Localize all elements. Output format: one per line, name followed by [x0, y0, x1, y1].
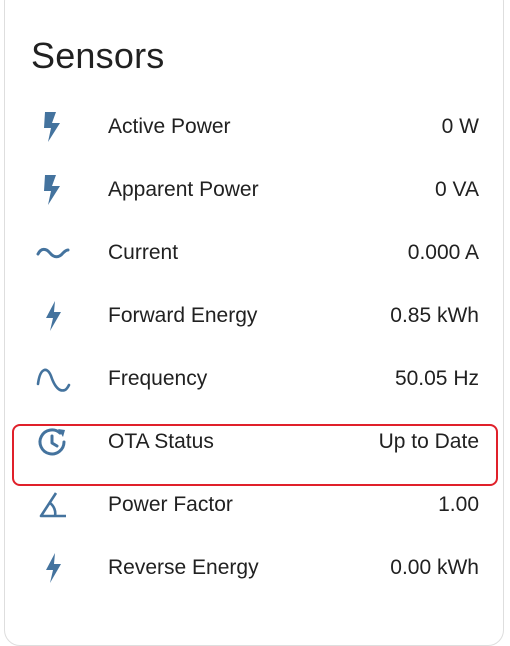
- sensor-row-current[interactable]: Current 0.000 A: [5, 221, 503, 284]
- sensor-row-apparent-power[interactable]: Apparent Power 0 VA: [5, 158, 503, 221]
- sensor-value: 50.05 Hz: [394, 367, 479, 390]
- sensor-label: Forward Energy: [108, 304, 258, 327]
- sensor-label: Current: [108, 241, 179, 264]
- sensor-value: 0.00 kWh: [390, 556, 479, 579]
- current-ac-icon: [33, 233, 73, 273]
- sensor-row-ota-status[interactable]: OTA Status Up to Date: [5, 410, 503, 473]
- sensor-label: Apparent Power: [108, 178, 259, 201]
- sensor-value: 0.85 kWh: [390, 304, 479, 327]
- clock-update-icon: [33, 422, 73, 462]
- flash-icon: [33, 107, 73, 147]
- sensor-value: 0.000 A: [407, 241, 479, 264]
- sensor-row-active-power[interactable]: Active Power 0 W: [5, 95, 503, 158]
- sensor-value: 0 VA: [435, 178, 479, 201]
- card-title: Sensors: [31, 35, 165, 76]
- sensor-value: 1.00: [438, 493, 479, 516]
- sensor-label: Active Power: [108, 115, 231, 138]
- sensors-card: Sensors Active Power 0 W Apparent Power …: [4, 0, 504, 646]
- sensor-row-power-factor[interactable]: Power Factor 1.00: [5, 473, 503, 536]
- sensor-row-reverse-energy[interactable]: Reverse Energy 0.00 kWh: [5, 536, 503, 599]
- sensor-row-frequency[interactable]: Frequency 50.05 Hz: [5, 347, 503, 410]
- sensor-label: Reverse Energy: [108, 556, 259, 579]
- sine-wave-icon: [33, 359, 73, 399]
- angle-acute-icon: [33, 485, 73, 525]
- sensor-value: Up to Date: [378, 430, 479, 453]
- lightning-bolt-icon: [33, 296, 73, 336]
- sensor-label: OTA Status: [108, 430, 214, 453]
- lightning-bolt-icon: [33, 548, 73, 588]
- sensor-label: Power Factor: [108, 493, 233, 516]
- sensor-value: 0 W: [441, 115, 479, 138]
- flash-icon: [33, 170, 73, 210]
- sensor-row-forward-energy[interactable]: Forward Energy 0.85 kWh: [5, 284, 503, 347]
- sensor-label: Frequency: [108, 367, 208, 390]
